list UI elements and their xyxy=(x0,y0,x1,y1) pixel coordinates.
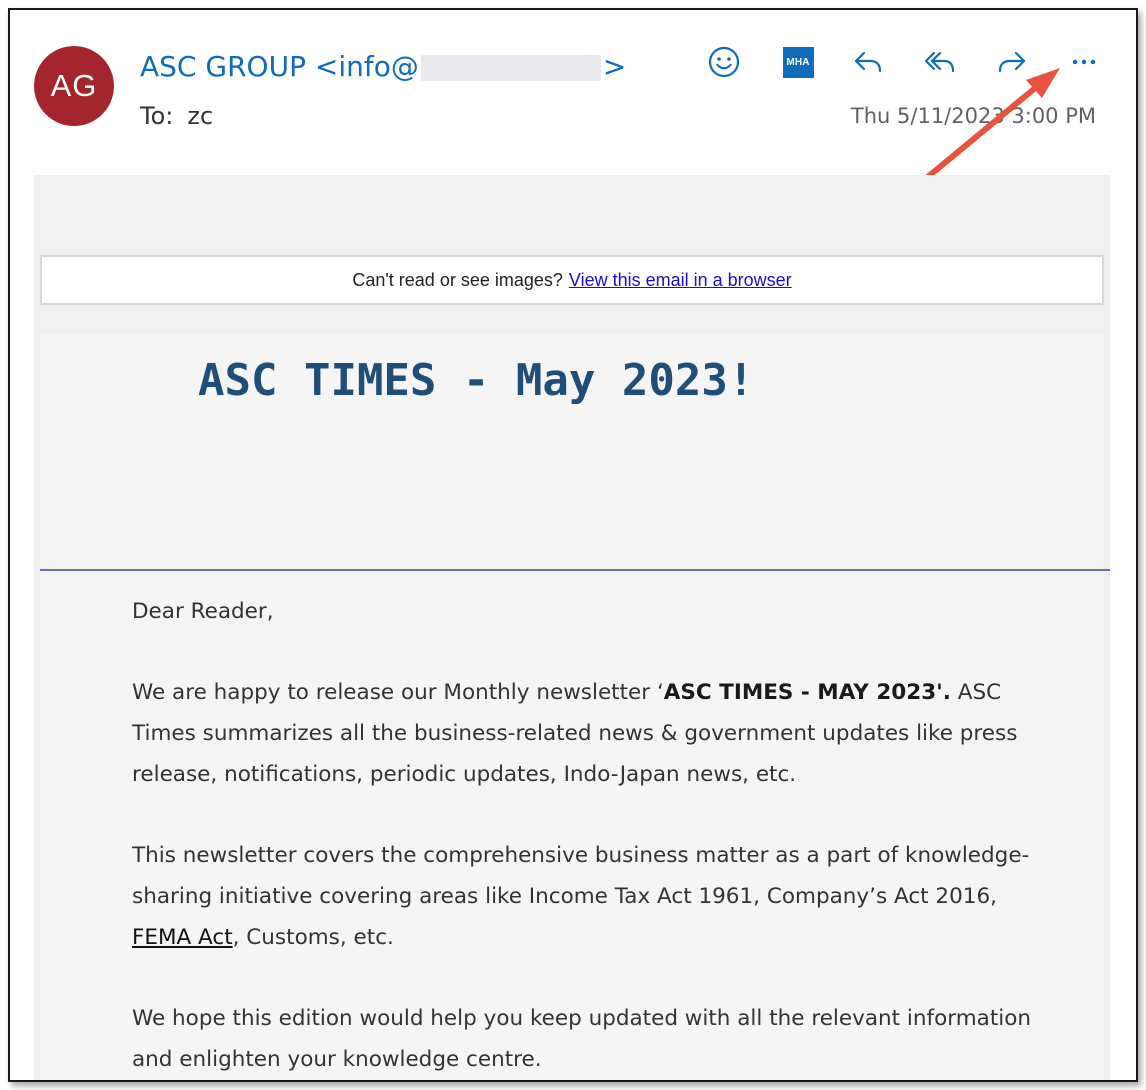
sender-line[interactable]: ASC GROUP <info@ > xyxy=(140,50,626,90)
forward-icon xyxy=(998,51,1026,73)
forward-button[interactable] xyxy=(992,42,1032,82)
avatar[interactable]: AG xyxy=(34,46,114,126)
mha-addin-button[interactable]: MHA xyxy=(778,42,818,82)
smiley-icon xyxy=(708,46,740,78)
divider xyxy=(40,569,1110,571)
emoji-reaction-button[interactable] xyxy=(704,42,744,82)
more-options-button[interactable] xyxy=(1064,42,1104,82)
newsletter-content: ASC TIMES - May 2023! Dear Reader, We ar… xyxy=(40,335,1110,1080)
reply-button[interactable] xyxy=(848,42,888,82)
sender-name[interactable]: ASC GROUP xyxy=(140,50,306,83)
newsletter-title: ASC TIMES - May 2023! xyxy=(198,355,755,406)
avatar-initials: AG xyxy=(50,68,98,103)
reply-all-icon xyxy=(924,51,955,73)
reply-icon xyxy=(854,51,882,73)
greeting: Dear Reader, xyxy=(132,599,274,624)
browser-view-notice: Can't read or see images? View this emai… xyxy=(40,255,1104,305)
sender-email-prefix: <info@ xyxy=(314,50,419,83)
sender-email-suffix: > xyxy=(602,50,627,83)
intro-paragraph: We are happy to release our Monthly news… xyxy=(132,672,1032,795)
to-value[interactable]: zc xyxy=(187,102,213,130)
coverage-text-start: This newsletter covers the comprehensive… xyxy=(132,843,1030,909)
closing-paragraph: We hope this edition would help you keep… xyxy=(132,1006,1032,1072)
coverage-paragraph: This newsletter covers the comprehensive… xyxy=(132,835,1032,958)
intro-text-start: We are happy to release our Monthly news… xyxy=(132,680,664,705)
recipient-line: To: zc xyxy=(140,102,213,130)
email-body: Can't read or see images? View this emai… xyxy=(34,175,1110,1080)
message-toolbar: MHA xyxy=(694,42,1114,82)
mha-addin-icon: MHA xyxy=(782,46,814,78)
to-label: To: xyxy=(140,102,174,130)
more-options-icon xyxy=(1072,59,1096,65)
newsletter-name-bold: ASC TIMES - MAY 2023'. xyxy=(663,680,951,705)
fema-act-link[interactable]: FEMA Act xyxy=(132,925,233,950)
view-in-browser-link[interactable]: View this email in a browser xyxy=(569,270,792,291)
sent-date: Thu 5/11/2023 3:00 PM xyxy=(850,104,1096,128)
redacted-email-block xyxy=(420,55,601,81)
reply-all-button[interactable] xyxy=(920,42,960,82)
email-reading-pane: AG ASC GROUP <info@ > To: zc Thu 5/11/2023… xyxy=(8,8,1138,1082)
notice-text: Can't read or see images? xyxy=(352,269,563,290)
coverage-text-end: , Customs, etc. xyxy=(232,925,394,950)
